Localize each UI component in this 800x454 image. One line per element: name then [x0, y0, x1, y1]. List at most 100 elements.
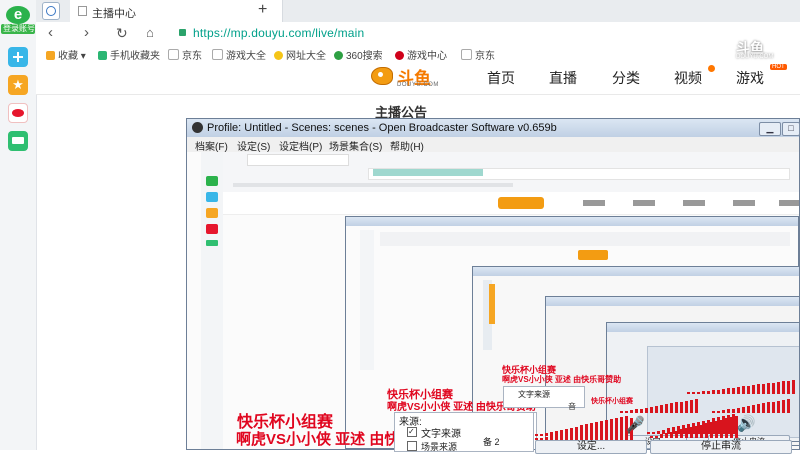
volume-bar-segment	[630, 410, 633, 413]
site-icon	[274, 51, 283, 60]
fish-mascot-icon	[371, 67, 393, 85]
volume-bar-segment	[707, 391, 710, 394]
obs-menu-bar: 档案(F) 设定(S) 设定档(P) 场景集合(S) 帮助(H)	[187, 137, 799, 153]
volume-bar-segment	[747, 386, 750, 394]
weibo-icon[interactable]	[8, 103, 28, 123]
volume-bar-segment	[685, 428, 688, 438]
volume-bar-segment	[665, 433, 668, 438]
volume-bar-segment	[752, 405, 755, 413]
volume-bar-segment	[725, 418, 728, 438]
message-icon[interactable]	[8, 131, 28, 151]
obs-desktop-meter[interactable]	[650, 416, 740, 438]
watermark-subtext: DOUYU.COM	[736, 54, 774, 60]
obs-stop-stream-label: 停止串流	[701, 441, 741, 452]
menu-file[interactable]: 档案(F)	[195, 138, 228, 153]
volume-bar-segment	[640, 409, 643, 413]
volume-bar-segment	[722, 389, 725, 394]
refresh-icon[interactable]: ↻	[116, 25, 128, 41]
bookmark-item[interactable]: 360搜索	[334, 47, 383, 62]
volume-bar-segment	[787, 399, 790, 413]
volume-bar-segment	[685, 401, 688, 413]
obs-settings-button[interactable]: 设定...	[535, 440, 647, 454]
nav-games[interactable]: 游戏	[736, 68, 764, 88]
nav-category[interactable]: 分类	[612, 68, 640, 88]
volume-bar-segment	[792, 380, 795, 394]
nested-browser-chrome	[223, 152, 799, 193]
volume-bar-segment	[675, 402, 678, 413]
source-item-text[interactable]: 文字来源	[421, 425, 461, 440]
minimize-button[interactable]: ▁	[759, 122, 781, 136]
volume-bar-segment	[590, 427, 593, 440]
volume-bar-segment	[742, 386, 745, 394]
volume-bar-segment	[712, 411, 715, 413]
volume-bar-segment	[615, 421, 618, 440]
bookmark-item[interactable]: 收藏 ▾	[46, 47, 86, 62]
obs-speaker-icon[interactable]: 🔊	[737, 414, 756, 432]
volume-bar-segment	[782, 381, 785, 394]
obs-window: Profile: Untitled - Scenes: scenes - Ope…	[186, 118, 800, 450]
volume-bar-segment	[650, 436, 653, 438]
volume-bar-segment	[710, 422, 713, 438]
home-icon[interactable]: ⌂	[146, 25, 154, 41]
back-icon[interactable]: ‹	[48, 25, 53, 41]
obs-title-text: Profile: Untitled - Scenes: scenes - Ope…	[207, 122, 557, 134]
menu-help[interactable]: 帮助(H)	[390, 138, 424, 153]
bookmark-item[interactable]: 游戏中心	[395, 47, 447, 62]
volume-bar-segment	[697, 392, 700, 394]
video-badge-icon	[708, 65, 715, 72]
nav-live[interactable]: 直播	[549, 68, 577, 88]
obs-mic-icon[interactable]: 🎤	[626, 415, 645, 433]
bookmark-item[interactable]: 京东	[461, 47, 495, 62]
maximize-button[interactable]: □	[782, 122, 800, 136]
page-icon	[168, 49, 179, 60]
page-favicon	[78, 6, 87, 16]
volume-bar-segment	[747, 406, 750, 413]
volume-bar-segment	[660, 405, 663, 413]
volume-bar-segment	[732, 388, 735, 394]
volume-bar-segment	[720, 420, 723, 438]
volume-bar-segment	[695, 399, 698, 413]
volume-bar-segment	[730, 417, 733, 438]
new-tab-button[interactable]: +	[258, 1, 267, 19]
volume-bar-segment	[692, 392, 695, 394]
volume-bar-segment	[610, 422, 613, 440]
obs-title-bar: Profile: Untitled - Scenes: scenes - Ope…	[187, 119, 800, 137]
volume-bar-segment	[670, 403, 673, 413]
volume-bar-segment	[595, 426, 598, 440]
douyu-logo[interactable]: 斗鱼 DOUYU.COM	[371, 64, 451, 90]
url-text: https://mp.douyu.com/live/main	[193, 26, 365, 40]
obs-stop-stream-button[interactable]: 停止串流	[650, 440, 792, 454]
forward-icon[interactable]: ›	[84, 25, 89, 41]
volume-bar-segment	[737, 387, 740, 394]
sources-panel: 来源: ✓ 文字来源 备 2 场景来源	[394, 412, 534, 452]
tab-anchor-center[interactable]: 主播中心	[70, 0, 283, 22]
login-button[interactable]: 登录账号	[1, 24, 35, 34]
menu-settings[interactable]: 设定(S)	[237, 138, 270, 153]
obs-app-icon	[192, 122, 203, 133]
source-visible-checkbox[interactable]: ✓	[407, 427, 417, 437]
browser-logo-icon[interactable]: e	[6, 6, 30, 24]
volume-bar-segment	[690, 400, 693, 413]
volume-bar-segment	[787, 381, 790, 394]
page-icon	[212, 49, 223, 60]
sources-label: 来源:	[399, 417, 422, 428]
volume-bar-segment	[670, 432, 673, 438]
favorites-star-icon[interactable]: ★	[8, 75, 28, 95]
source-item-3[interactable]: 场景来源	[421, 440, 457, 453]
obs-mic-meter[interactable]	[535, 418, 635, 440]
bookmark-item[interactable]: 京东	[168, 47, 202, 62]
bookmark-item[interactable]: 手机收藏夹	[98, 47, 160, 62]
volume-bar-segment	[722, 410, 725, 413]
nav-home[interactable]: 首页	[487, 68, 515, 88]
hot-badge: HOT	[770, 64, 787, 70]
volume-bar-segment	[777, 401, 780, 413]
menu-scene-collection[interactable]: 场景集合(S)	[329, 138, 382, 153]
volume-bar-segment	[655, 436, 658, 438]
menu-profile[interactable]: 设定档(P)	[279, 138, 322, 153]
bookmark-item[interactable]: 网址大全	[274, 47, 326, 62]
browser-compass-icon[interactable]	[42, 2, 60, 20]
nav-video[interactable]: 视频	[674, 68, 702, 88]
app-plus-icon[interactable]	[8, 47, 28, 67]
bookmark-item[interactable]: 游戏大全	[212, 47, 266, 62]
nested-obs-title	[607, 323, 799, 332]
